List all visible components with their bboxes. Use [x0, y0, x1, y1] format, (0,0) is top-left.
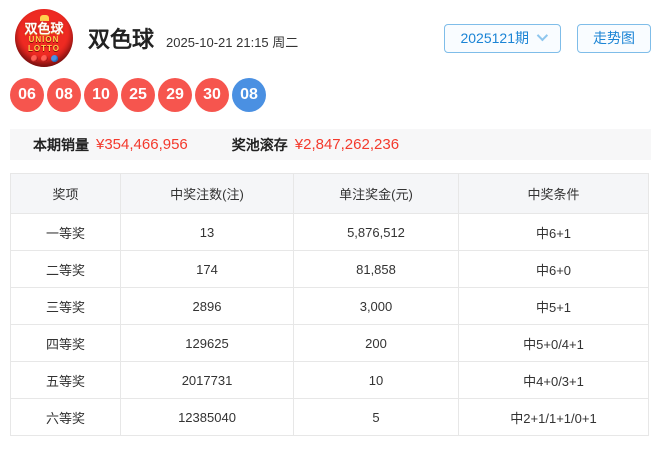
- logo-red-ball-icon: [31, 55, 38, 62]
- table-row: 五等奖 2017731 10 中4+0/3+1: [11, 362, 649, 399]
- chevron-down-icon: [537, 29, 548, 40]
- table-row: 三等奖 2896 3,000 中5+1: [11, 288, 649, 325]
- sales-value: ¥354,466,956: [96, 136, 188, 153]
- prize-amount-cell: 5,876,512: [294, 214, 459, 251]
- win-condition-cell: 中4+0/3+1: [459, 362, 649, 399]
- pool-value: ¥2,847,262,236: [295, 136, 399, 153]
- logo-text-lotto: LOTTO: [28, 45, 60, 53]
- pool-label: 奖池滚存: [232, 135, 288, 155]
- winner-count-cell: 12385040: [121, 399, 294, 436]
- logo-text-union: UNION: [29, 36, 60, 44]
- win-condition-cell: 中6+1: [459, 214, 649, 251]
- red-ball-4: 25: [121, 78, 155, 112]
- lottery-result-panel: 双色球 UNION LOTTO 双色球 2025-10-21 21:15 周二 …: [0, 0, 661, 449]
- sales-label: 本期销量: [33, 135, 89, 155]
- header: 双色球 UNION LOTTO 双色球 2025-10-21 21:15 周二 …: [0, 0, 661, 68]
- win-condition-cell: 中6+0: [459, 251, 649, 288]
- logo-text-cn: 双色球: [24, 22, 63, 35]
- red-ball-6: 30: [195, 78, 229, 112]
- prize-level-cell: 六等奖: [11, 399, 121, 436]
- logo-blue-ball-icon: [51, 55, 58, 62]
- prize-amount-cell: 200: [294, 325, 459, 362]
- period-dropdown[interactable]: 2025121期: [444, 24, 561, 53]
- table-row: 二等奖 174 81,858 中6+0: [11, 251, 649, 288]
- col-header-winner-count: 中奖注数(注): [121, 174, 294, 214]
- prize-level-cell: 二等奖: [11, 251, 121, 288]
- red-ball-3: 10: [84, 78, 118, 112]
- col-header-prize-level: 奖项: [11, 174, 121, 214]
- prize-level-cell: 五等奖: [11, 362, 121, 399]
- winner-count-cell: 2896: [121, 288, 294, 325]
- winner-count-cell: 174: [121, 251, 294, 288]
- win-condition-cell: 中2+1/1+1/0+1: [459, 399, 649, 436]
- prize-amount-cell: 5: [294, 399, 459, 436]
- winning-numbers: 06 08 10 25 29 30 08: [0, 68, 661, 112]
- col-header-win-condition: 中奖条件: [459, 174, 649, 214]
- union-lotto-logo: 双色球 UNION LOTTO: [15, 9, 73, 67]
- win-condition-cell: 中5+0/4+1: [459, 325, 649, 362]
- logo-red-ball-icon: [41, 55, 48, 62]
- prize-amount-cell: 81,858: [294, 251, 459, 288]
- period-dropdown-value: 2025121期: [460, 28, 529, 48]
- prize-level-cell: 三等奖: [11, 288, 121, 325]
- table-row: 四等奖 129625 200 中5+0/4+1: [11, 325, 649, 362]
- sales-summary-bar: 本期销量 ¥354,466,956 奖池滚存 ¥2,847,262,236: [10, 129, 651, 160]
- winner-count-cell: 13: [121, 214, 294, 251]
- red-ball-2: 08: [47, 78, 81, 112]
- page-title: 双色球: [88, 22, 154, 54]
- winner-count-cell: 129625: [121, 325, 294, 362]
- prize-amount-cell: 3,000: [294, 288, 459, 325]
- table-row: 六等奖 12385040 5 中2+1/1+1/0+1: [11, 399, 649, 436]
- prize-level-cell: 四等奖: [11, 325, 121, 362]
- prize-level-cell: 一等奖: [11, 214, 121, 251]
- trend-chart-button[interactable]: 走势图: [577, 24, 651, 53]
- crown-icon: [40, 15, 49, 21]
- red-ball-5: 29: [158, 78, 192, 112]
- header-actions: 2025121期 走势图: [444, 24, 651, 53]
- draw-datetime: 2025-10-21 21:15 周二: [166, 32, 298, 51]
- winner-count-cell: 2017731: [121, 362, 294, 399]
- table-header-row: 奖项 中奖注数(注) 单注奖金(元) 中奖条件: [11, 174, 649, 214]
- red-ball-1: 06: [10, 78, 44, 112]
- prize-table: 奖项 中奖注数(注) 单注奖金(元) 中奖条件 一等奖 13 5,876,512…: [10, 173, 649, 436]
- table-row: 一等奖 13 5,876,512 中6+1: [11, 214, 649, 251]
- prize-amount-cell: 10: [294, 362, 459, 399]
- logo-balls-decoration: [31, 55, 58, 62]
- blue-ball: 08: [232, 78, 266, 112]
- win-condition-cell: 中5+1: [459, 288, 649, 325]
- col-header-prize-amount: 单注奖金(元): [294, 174, 459, 214]
